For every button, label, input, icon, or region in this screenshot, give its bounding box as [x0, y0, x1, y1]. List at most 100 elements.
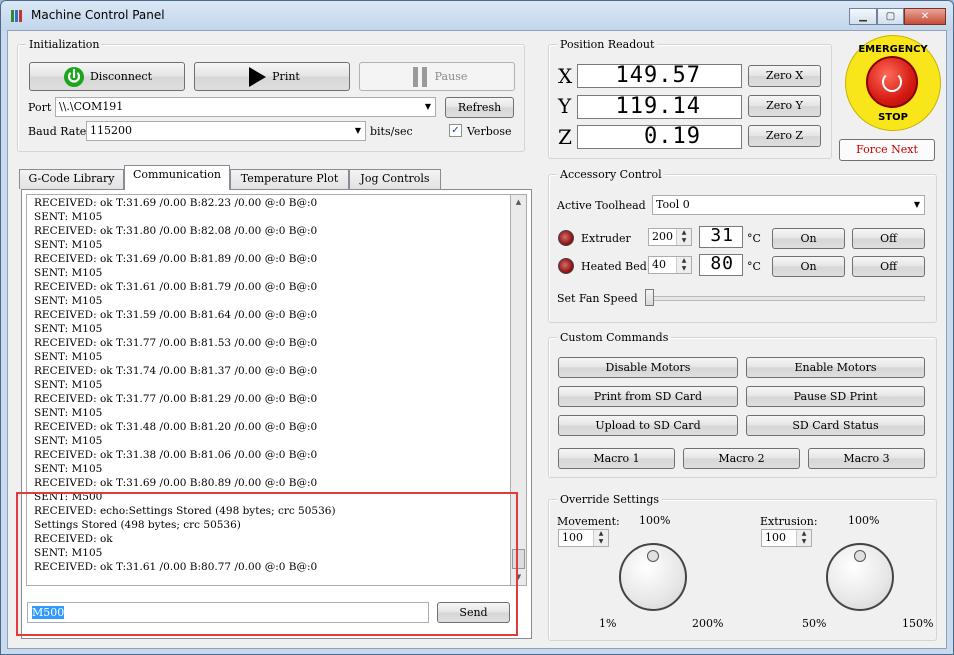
extrusion-knob[interactable]: [826, 543, 894, 611]
spin-arrows-icon[interactable]: ▲ ▼: [593, 530, 608, 546]
spin-arrows-icon[interactable]: ▲ ▼: [676, 229, 691, 245]
pause-sd-print-button[interactable]: Pause SD Print: [746, 386, 925, 407]
toolhead-value: Tool 0: [656, 198, 690, 211]
emergency-stop-bottom-text: STOP: [878, 112, 908, 123]
macro-3-button[interactable]: Macro 3: [808, 448, 925, 469]
tab-gcode-library[interactable]: G-Code Library: [19, 169, 124, 189]
log-line: SENT: M105: [34, 295, 103, 307]
extruder-off-button[interactable]: Off: [852, 228, 925, 249]
port-select[interactable]: \\.\COM191 ▼: [55, 97, 436, 117]
scroll-down-icon[interactable]: ▼: [511, 570, 526, 585]
port-label: Port: [28, 101, 52, 114]
log-line: RECEIVED: ok T:31.61 /0.00 B:81.79 /0.00…: [34, 281, 318, 293]
baud-rate-select[interactable]: 115200 ▼: [86, 121, 366, 141]
log-line: SENT: M105: [34, 435, 103, 447]
macro-2-button[interactable]: Macro 2: [683, 448, 800, 469]
log-line: SENT: M105: [34, 379, 103, 391]
close-button[interactable]: ✕: [904, 8, 946, 25]
x-readout: 149.57: [577, 64, 742, 88]
position-readout-label: Position Readout: [557, 38, 658, 51]
communication-panel: RECEIVED: ok T:31.69 /0.00 B:82.23 /0.00…: [21, 189, 532, 639]
zero-x-button[interactable]: Zero X: [748, 65, 821, 87]
extruder-on-button[interactable]: On: [772, 228, 845, 249]
fan-speed-label: Set Fan Speed: [557, 292, 638, 305]
pause-button[interactable]: Pause: [359, 62, 515, 91]
bed-off-button[interactable]: Off: [852, 256, 925, 277]
chevron-down-icon: ▼: [424, 102, 431, 111]
print-button[interactable]: Print: [194, 62, 350, 91]
extrusion-percent-label: 100%: [848, 514, 880, 527]
scroll-up-icon[interactable]: ▲: [511, 195, 526, 210]
window-title: Machine Control Panel: [31, 8, 165, 22]
emergency-stop-button[interactable]: EMERGENCY STOP: [845, 35, 941, 131]
log-line: SENT: M105: [34, 351, 103, 363]
communication-log[interactable]: RECEIVED: ok T:31.69 /0.00 B:82.23 /0.00…: [26, 194, 511, 586]
force-next-button[interactable]: Force Next: [839, 139, 935, 161]
client-area: Initialization Disconnect Print Pause Po…: [7, 30, 947, 649]
refresh-button[interactable]: Refresh: [445, 97, 514, 118]
scroll-thumb[interactable]: [512, 549, 525, 569]
z-readout: 0.19: [577, 125, 742, 149]
tab-temperature-plot[interactable]: Temperature Plot: [230, 169, 349, 189]
baud-unit-label: bits/sec: [370, 125, 413, 138]
minimize-button[interactable]: ▁: [849, 8, 877, 25]
print-from-sd-button[interactable]: Print from SD Card: [558, 386, 738, 407]
log-line: RECEIVED: ok T:31.80 /0.00 B:82.08 /0.00…: [34, 225, 318, 237]
extruder-status-led: [558, 230, 574, 246]
movement-max-label: 200%: [692, 617, 724, 630]
custom-commands-label: Custom Commands: [557, 331, 672, 344]
title-bar[interactable]: Machine Control Panel ▁ ▢ ✕: [1, 1, 953, 31]
movement-percent-label: 100%: [639, 514, 671, 527]
maximize-button[interactable]: ▢: [877, 8, 904, 25]
tab-jog-controls[interactable]: Jog Controls: [349, 169, 441, 189]
power-icon: [64, 67, 84, 87]
log-line: RECEIVED: echo:Settings Stored (498 byte…: [34, 505, 336, 517]
disconnect-button[interactable]: Disconnect: [29, 62, 185, 91]
fan-slider-thumb[interactable]: [645, 289, 654, 306]
extrusion-input[interactable]: 100 ▲ ▼: [761, 529, 812, 547]
log-line: SENT: M105: [34, 323, 103, 335]
macro-1-button[interactable]: Macro 1: [558, 448, 675, 469]
disable-motors-button[interactable]: Disable Motors: [558, 357, 738, 378]
spin-arrows-icon[interactable]: ▲ ▼: [796, 530, 811, 546]
command-input[interactable]: M500: [27, 602, 429, 623]
bed-temp-readout: 80: [699, 254, 743, 276]
baud-rate-value: 115200: [90, 124, 132, 137]
y-axis-label: Y: [558, 94, 572, 118]
bed-on-button[interactable]: On: [772, 256, 845, 277]
log-scrollbar[interactable]: ▲ ▼: [510, 194, 527, 586]
log-line: RECEIVED: ok T:31.77 /0.00 B:81.29 /0.00…: [34, 393, 318, 405]
play-icon: [249, 67, 266, 87]
verbose-label: Verbose: [467, 125, 512, 138]
initialization-label: Initialization: [26, 38, 103, 51]
zero-y-button[interactable]: Zero Y: [748, 95, 821, 117]
log-line: RECEIVED: ok T:31.48 /0.00 B:81.20 /0.00…: [34, 421, 318, 433]
extrusion-label: Extrusion:: [760, 515, 818, 528]
tab-communication[interactable]: Communication: [124, 165, 230, 190]
extruder-setpoint-value: 200: [652, 230, 673, 243]
bed-setpoint-value: 40: [652, 258, 666, 271]
movement-knob[interactable]: [619, 543, 687, 611]
movement-input[interactable]: 100 ▲ ▼: [558, 529, 609, 547]
enable-motors-button[interactable]: Enable Motors: [746, 357, 925, 378]
log-line: RECEIVED: ok T:31.61 /0.00 B:80.77 /0.00…: [34, 561, 318, 573]
fan-speed-slider[interactable]: [645, 288, 925, 308]
bed-unit-label: °C: [747, 260, 761, 273]
print-label: Print: [272, 70, 300, 83]
spin-arrows-icon[interactable]: ▲ ▼: [676, 257, 691, 273]
log-line: SENT: M105: [34, 407, 103, 419]
chevron-down-icon: ▼: [913, 200, 920, 209]
send-button[interactable]: Send: [437, 602, 510, 623]
zero-z-button[interactable]: Zero Z: [748, 125, 821, 147]
log-line: SENT: M105: [34, 547, 103, 559]
bed-setpoint-input[interactable]: 40 ▲ ▼: [648, 256, 692, 274]
toolhead-select[interactable]: Tool 0 ▼: [652, 195, 925, 215]
upload-to-sd-button[interactable]: Upload to SD Card: [558, 415, 738, 436]
verbose-checkbox[interactable]: ✓: [449, 124, 462, 137]
extrusion-min-label: 50%: [802, 617, 827, 630]
movement-label: Movement:: [557, 515, 620, 528]
extruder-setpoint-input[interactable]: 200 ▲ ▼: [648, 228, 692, 246]
pause-icon: [413, 67, 427, 87]
sd-card-status-button[interactable]: SD Card Status: [746, 415, 925, 436]
knob-indicator: [647, 550, 659, 562]
